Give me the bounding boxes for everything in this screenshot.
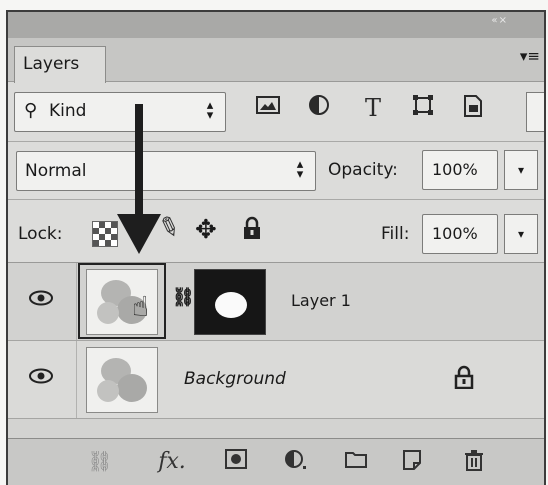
delete-layer-icon[interactable] [460,449,488,476]
fill-field[interactable]: 100% [422,214,498,254]
adjustment-filter-icon[interactable] [304,94,334,121]
shape-filter-icon[interactable] [408,94,438,121]
divider [8,199,544,200]
panel-menu-icon[interactable]: ▾≡ [520,47,540,65]
divider [76,341,77,418]
spinner-arrows-icon: ▴ ▾ [206,98,214,123]
opacity-field[interactable]: 100% [422,150,498,190]
fill-label: Fill: [381,224,410,244]
fill-value: 100% [432,224,478,243]
fx-icon[interactable]: fx. [158,449,186,474]
filter-kind-label: Kind [49,101,87,121]
lock-transparent-pixels-icon[interactable] [92,221,118,247]
layer-thumbnail[interactable] [86,347,158,413]
new-group-icon[interactable] [342,449,370,474]
layers-panel-footer: ⛓ fx. [8,438,544,485]
annotation-arrow [135,104,143,216]
spinner-arrows-icon: ▴ ▾ [296,157,304,182]
opacity-label: Opacity: [328,160,398,180]
panel-title-bar: « × [8,12,544,38]
smart-object-filter-icon[interactable] [458,94,488,123]
collapse-icon[interactable]: « × [491,15,507,26]
fill-dropdown-button[interactable]: ▾ [504,214,538,254]
new-layer-icon[interactable] [398,449,426,476]
tab-layers[interactable]: Layers [14,46,106,83]
blend-mode-value: Normal [25,161,87,181]
layers-list: ☝ ⛓ Layer 1 Background [8,262,544,438]
divider [8,141,544,142]
layer-mask-thumbnail[interactable] [194,269,266,335]
search-icon: ⚲ [24,100,38,121]
annotation-arrow-head [117,214,161,254]
filter-kind-select[interactable]: ⚲ Kind ▴ ▾ [14,92,226,132]
panel-tab-strip: Layers ▾≡ [8,38,544,83]
link-layers-icon[interactable]: ⛓ [86,449,114,473]
layer-lock-icon [454,365,474,395]
layer-row-layer-1[interactable]: ☝ ⛓ Layer 1 [8,263,544,341]
layer-name[interactable]: Layer 1 [291,291,351,310]
blend-mode-select[interactable]: Normal ▴ ▾ [16,151,316,191]
add-mask-icon[interactable] [222,449,250,474]
layer-row-background[interactable]: Background [8,341,544,419]
opacity-dropdown-button[interactable]: ▾ [504,150,538,190]
layer-name[interactable]: Background [184,369,286,389]
opacity-value: 100% [432,160,478,179]
filter-toggle-switch[interactable] [526,92,544,132]
lock-label: Lock: [18,224,63,244]
layers-panel: « × Layers ▾≡ ⚲ Kind ▴ ▾ T Normal ▴ ▾ Opac… [6,10,546,485]
lock-position-icon[interactable]: ✥ [195,215,217,245]
type-filter-icon[interactable]: T [358,94,388,122]
lock-all-icon[interactable] [242,216,262,246]
hand-cursor-icon: ☝ [132,290,150,323]
image-filter-icon[interactable] [253,94,283,121]
mask-link-icon[interactable]: ⛓ [172,287,195,308]
new-adjustment-icon[interactable] [282,449,310,476]
visibility-eye-icon[interactable] [28,289,54,307]
divider [76,263,77,340]
visibility-eye-icon[interactable] [28,367,54,385]
